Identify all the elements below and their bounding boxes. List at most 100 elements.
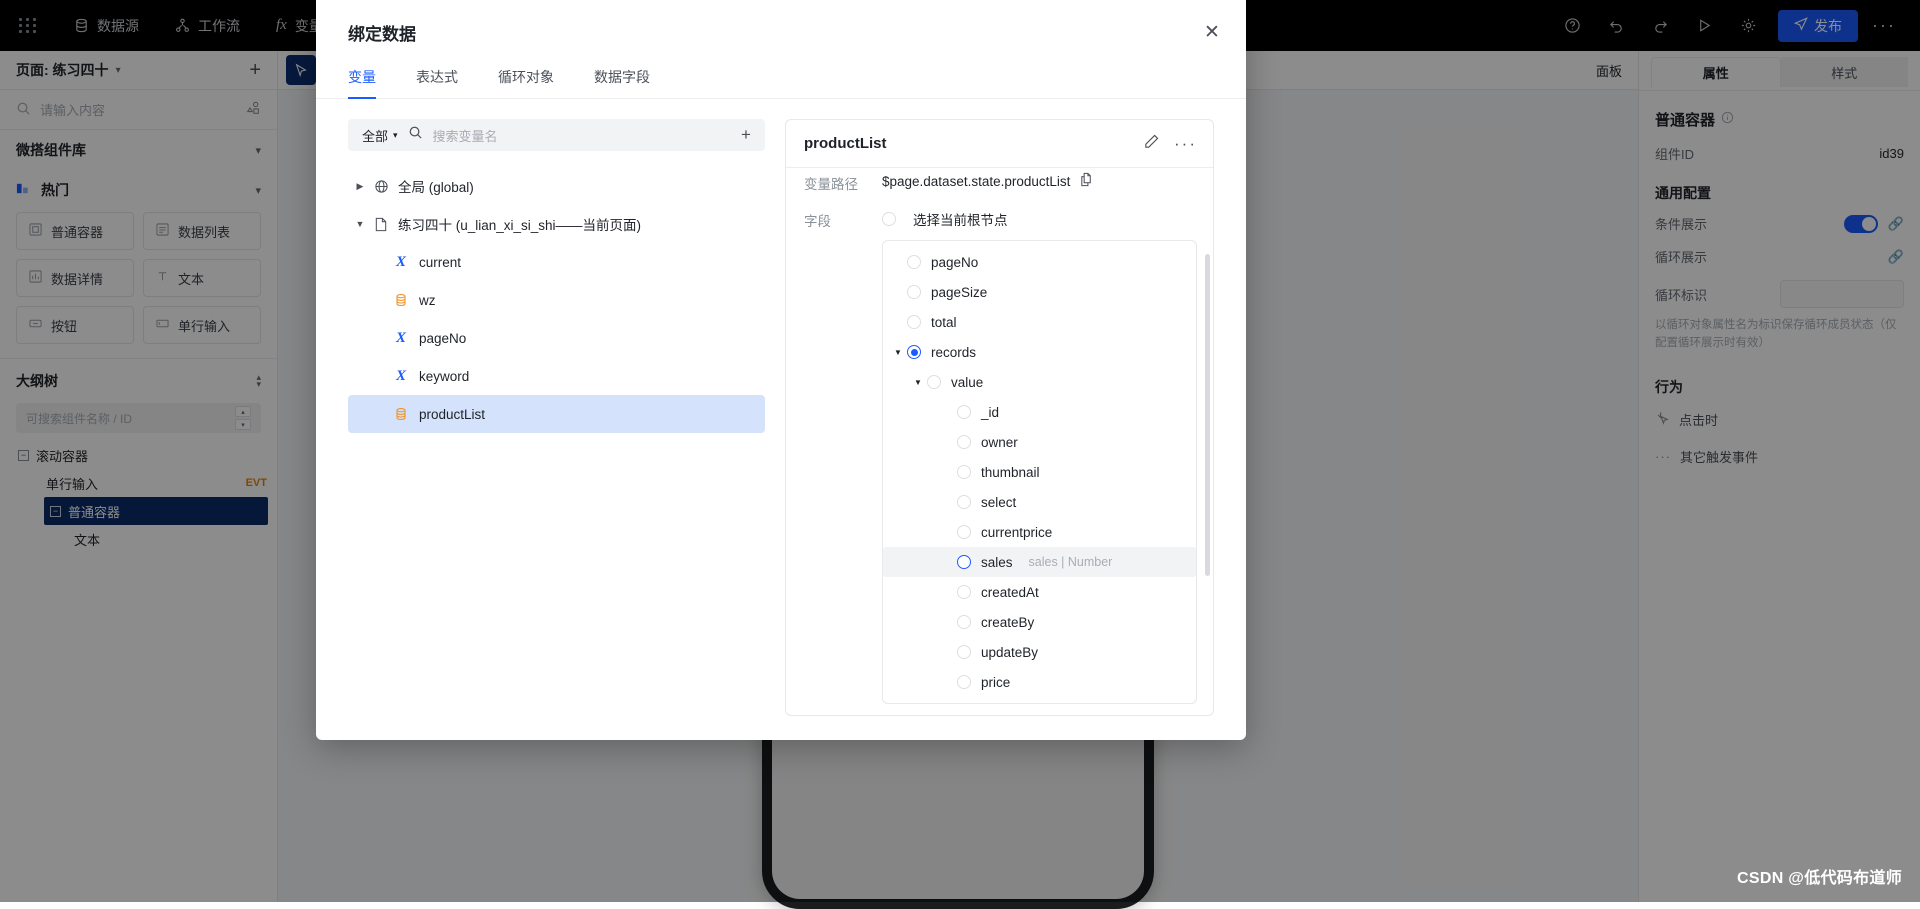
variable-node-current-page[interactable]: ▼ 练习四十 (u_lian_xi_si_shi——当前页面) bbox=[348, 205, 765, 243]
ellipsis-icon[interactable]: ··· bbox=[1174, 139, 1197, 149]
field-row-label: _id bbox=[981, 405, 999, 420]
field-radio[interactable] bbox=[957, 585, 971, 599]
variable-node-label: productList bbox=[419, 407, 485, 422]
tab-loop-object[interactable]: 循环对象 bbox=[498, 61, 554, 98]
search-icon bbox=[408, 125, 423, 145]
field-type-hint: sales | Number bbox=[1029, 555, 1113, 569]
chevron-down-icon: ▾ bbox=[393, 130, 398, 141]
root-node-radio[interactable] bbox=[882, 212, 896, 226]
field-row-label: records bbox=[931, 345, 976, 360]
field-row-label: pageNo bbox=[931, 255, 978, 270]
variable-detail-scroll: ⌐⌐⌐⌐⌐⌐⌐⌐⌐⌐⌐⌐⌐ 变量路径 $page.dataset.state.p… bbox=[786, 168, 1213, 715]
db-var-icon bbox=[390, 293, 412, 307]
field-row-label: updateBy bbox=[981, 645, 1038, 660]
field-radio[interactable] bbox=[957, 435, 971, 449]
field-row[interactable]: createBy bbox=[883, 607, 1196, 637]
field-row-label: currentprice bbox=[981, 525, 1052, 540]
modal-title: 绑定数据 bbox=[348, 20, 1218, 45]
field-row[interactable]: owner bbox=[883, 427, 1196, 457]
variable-node-pageno[interactable]: X pageNo bbox=[348, 319, 765, 357]
field-row-label: thumbnail bbox=[981, 465, 1040, 480]
variable-node-label: 练习四十 (u_lian_xi_si_shi——当前页面) bbox=[398, 214, 641, 234]
tab-expression[interactable]: 表达式 bbox=[416, 61, 458, 98]
chevron-down-icon[interactable]: ▼ bbox=[350, 219, 370, 229]
field-radio[interactable] bbox=[957, 675, 971, 689]
variable-node-label: keyword bbox=[419, 369, 469, 384]
field-row[interactable]: pageSize bbox=[883, 277, 1196, 307]
variable-tree-pane: 全部 ▾ 搜索变量名 + ▶ 全局 (global) ▼ 练习四十 (u_lia… bbox=[348, 119, 765, 716]
detail-scrollbar[interactable] bbox=[1205, 254, 1210, 576]
variable-detail-content: ⌐⌐⌐⌐⌐⌐⌐⌐⌐⌐⌐⌐⌐ 变量路径 $page.dataset.state.p… bbox=[786, 168, 1213, 715]
field-row[interactable]: pageNo bbox=[883, 247, 1196, 277]
root-node-label: 选择当前根节点 bbox=[913, 209, 1008, 229]
field-radio[interactable] bbox=[957, 405, 971, 419]
field-row-label: createBy bbox=[981, 615, 1034, 630]
watermark: CSDN @低代码布道师 bbox=[1737, 864, 1902, 888]
field-list: pageNo pageSize total ▼ bbox=[882, 240, 1197, 704]
pencil-icon[interactable] bbox=[1143, 133, 1160, 155]
globe-icon bbox=[370, 179, 392, 194]
x-var-icon: X bbox=[390, 330, 412, 347]
field-row-label: createdAt bbox=[981, 585, 1039, 600]
field-row-label: pageSize bbox=[931, 285, 987, 300]
variable-path-row: 变量路径 $page.dataset.state.productList bbox=[804, 168, 1197, 201]
field-row[interactable]: select bbox=[883, 487, 1196, 517]
variable-node-label: 全局 (global) bbox=[398, 176, 474, 196]
variable-node-global[interactable]: ▶ 全局 (global) bbox=[348, 167, 765, 205]
x-var-icon: X bbox=[390, 368, 412, 385]
chevron-down-icon[interactable]: ▼ bbox=[889, 348, 907, 357]
field-radio[interactable] bbox=[907, 315, 921, 329]
variable-search-bar: 全部 ▾ 搜索变量名 + bbox=[348, 119, 765, 151]
field-row-label: value bbox=[951, 375, 983, 390]
field-radio[interactable] bbox=[957, 525, 971, 539]
variable-detail-actions: ··· bbox=[1143, 133, 1197, 155]
variable-scope-select[interactable]: 全部 ▾ bbox=[362, 126, 398, 145]
field-row-sales[interactable]: sales sales | Number bbox=[883, 547, 1196, 577]
variable-path-label: 变量路径 bbox=[804, 172, 882, 193]
root-node-option[interactable]: 选择当前根节点 bbox=[882, 209, 1008, 229]
field-radio[interactable] bbox=[957, 555, 971, 569]
variable-node-keyword[interactable]: X keyword bbox=[348, 357, 765, 395]
chevron-right-icon[interactable]: ▶ bbox=[350, 181, 370, 192]
variable-detail-header: productList ··· bbox=[786, 120, 1213, 168]
add-variable-button[interactable]: + bbox=[733, 122, 759, 148]
field-radio[interactable] bbox=[927, 375, 941, 389]
field-row[interactable]: _id bbox=[883, 397, 1196, 427]
field-row-label: sales bbox=[981, 555, 1013, 570]
field-radio[interactable] bbox=[957, 495, 971, 509]
field-row-value[interactable]: ▼ value bbox=[883, 367, 1196, 397]
modal-body: 全部 ▾ 搜索变量名 + ▶ 全局 (global) ▼ 练习四十 (u_lia… bbox=[316, 99, 1246, 740]
field-row[interactable]: createdAt bbox=[883, 577, 1196, 607]
page-icon bbox=[370, 217, 392, 232]
field-radio[interactable] bbox=[957, 615, 971, 629]
copy-icon[interactable] bbox=[1079, 172, 1094, 190]
field-row-records[interactable]: ▼ records bbox=[883, 337, 1196, 367]
field-selector-row: 字段 选择当前根节点 bbox=[804, 201, 1197, 238]
field-row-label: price bbox=[981, 675, 1010, 690]
variable-node-label: wz bbox=[419, 293, 436, 308]
variable-node-label: current bbox=[419, 255, 461, 270]
chevron-down-icon[interactable]: ▼ bbox=[909, 378, 927, 387]
field-radio[interactable] bbox=[907, 255, 921, 269]
field-row[interactable]: thumbnail bbox=[883, 457, 1196, 487]
field-radio[interactable] bbox=[957, 645, 971, 659]
variable-tree: ▶ 全局 (global) ▼ 练习四十 (u_lian_xi_si_shi——… bbox=[348, 167, 765, 716]
tab-data-field[interactable]: 数据字段 bbox=[594, 61, 650, 98]
field-radio[interactable] bbox=[907, 345, 921, 359]
variable-node-current[interactable]: X current bbox=[348, 243, 765, 281]
field-row[interactable]: updateBy bbox=[883, 637, 1196, 667]
tab-variable[interactable]: 变量 bbox=[348, 61, 376, 98]
variable-search-input[interactable]: 搜索变量名 bbox=[433, 126, 723, 145]
variable-path-value-group: $page.dataset.state.productList bbox=[882, 172, 1094, 190]
variable-detail-pane: productList ··· ⌐⌐⌐⌐⌐⌐⌐⌐⌐⌐⌐⌐⌐ 变量路径 $page… bbox=[785, 119, 1214, 716]
field-row[interactable]: total bbox=[883, 307, 1196, 337]
variable-node-wz[interactable]: wz bbox=[348, 281, 765, 319]
field-label: 字段 bbox=[804, 209, 882, 230]
field-row[interactable]: currentprice bbox=[883, 517, 1196, 547]
variable-node-productlist[interactable]: productList bbox=[348, 395, 765, 433]
variable-scope-label: 全部 bbox=[362, 126, 388, 145]
field-radio[interactable] bbox=[907, 285, 921, 299]
field-radio[interactable] bbox=[957, 465, 971, 479]
field-row[interactable]: price bbox=[883, 667, 1196, 697]
close-icon[interactable]: ✕ bbox=[1198, 18, 1226, 46]
